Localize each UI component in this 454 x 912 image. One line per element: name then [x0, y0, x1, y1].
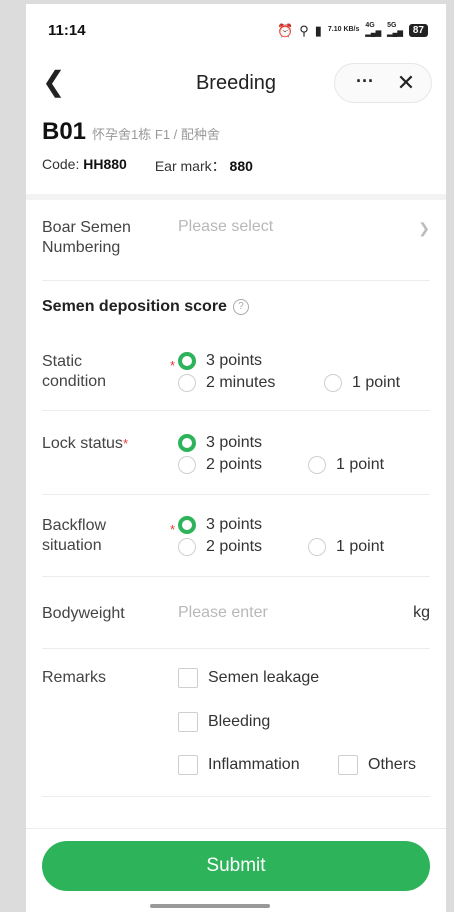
close-icon[interactable]: ✕: [391, 68, 421, 98]
others-checkbox[interactable]: Others: [338, 755, 416, 775]
lock-status-row: Lock status* 3 points 2 points 1 point: [42, 434, 430, 484]
more-dots-icon[interactable]: ···: [347, 68, 383, 98]
static-3-points-radio[interactable]: 3 points: [178, 352, 262, 370]
network-speed: 7.10 KB/s: [327, 26, 360, 33]
radio-checked-icon: [178, 352, 196, 370]
signal-5g: 5G ▂▄▆: [387, 22, 403, 37]
home-indicator[interactable]: [150, 904, 270, 908]
status-icons: ⏰ ⚲ ▮ 7.10 KB/s 4G ▂▄▆ 5G ▂▄▆ 87: [277, 22, 428, 38]
bleeding-checkbox[interactable]: Bleeding: [178, 712, 270, 732]
divider: [42, 648, 430, 649]
vibrate-icon: ▮: [314, 22, 322, 38]
checkbox-icon: [178, 668, 198, 688]
lock-status-label: Lock status*: [42, 435, 128, 452]
boar-semen-label: Boar Semen Numbering: [42, 219, 131, 256]
radio-unchecked-icon: [178, 538, 196, 556]
divider: [42, 280, 430, 281]
divider: [42, 410, 430, 411]
backflow-2-points-radio[interactable]: 2 points: [178, 538, 262, 556]
section-title: Semen deposition score ?: [42, 298, 249, 316]
pen-location: 怀孕舍1栋 F1 / 配种舍: [92, 127, 220, 142]
radio-checked-icon: [178, 434, 196, 452]
ear-mark-info: Ear mark： 880: [154, 158, 253, 174]
lock-2-points-radio[interactable]: 2 points: [178, 456, 262, 474]
radio-checked-icon: [178, 516, 196, 534]
checkbox-icon: [338, 755, 358, 775]
section-divider: [26, 194, 446, 200]
bodyweight-row: Bodyweight Please enter kg: [42, 604, 430, 630]
backflow-3-points-radio[interactable]: 3 points: [178, 516, 262, 534]
divider: [42, 796, 430, 797]
static-condition-row: Static condition * 3 points 2 minutes 1 …: [42, 352, 430, 402]
clock: 11:14: [48, 22, 86, 39]
miniprogram-capsule: ··· ✕: [334, 63, 432, 103]
code-info: Code: HH880: [42, 156, 127, 172]
location-icon: ⚲: [299, 22, 309, 38]
inflammation-checkbox[interactable]: Inflammation: [178, 755, 300, 775]
unit-label: kg: [413, 604, 430, 621]
bodyweight-label: Bodyweight: [42, 605, 125, 622]
boar-semen-select[interactable]: Please select: [178, 218, 273, 236]
animal-header: B01 怀孕舍1栋 F1 / 配种舍 Code: HH880 Ear mark：…: [42, 118, 432, 176]
signal-4g: 4G ▂▄▆: [365, 22, 382, 37]
remarks-label: Remarks: [42, 669, 107, 686]
lock-3-points-radio[interactable]: 3 points: [178, 434, 262, 452]
radio-unchecked-icon: [324, 374, 342, 392]
submit-button[interactable]: Submit: [42, 841, 430, 891]
required-mark: *: [170, 358, 176, 373]
backflow-row: Backflow situation * 3 points 2 points 1…: [42, 516, 430, 566]
bodyweight-input[interactable]: Please enter: [178, 604, 268, 622]
pig-id: B01: [42, 118, 87, 145]
backflow-1-point-radio[interactable]: 1 point: [308, 538, 384, 556]
phone-screen: 11:14 ⏰ ⚲ ▮ 7.10 KB/s 4G ▂▄▆ 5G ▂▄▆ 87 ❮ B…: [26, 4, 446, 912]
nav-bar: ❮ Breeding ··· ✕: [26, 56, 446, 112]
static-2-minutes-radio[interactable]: 2 minutes: [178, 374, 275, 392]
radio-unchecked-icon: [308, 538, 326, 556]
backflow-label: Backflow situation: [42, 517, 107, 554]
required-mark: *: [170, 522, 176, 537]
semen-leakage-checkbox[interactable]: Semen leakage: [178, 668, 319, 688]
checkbox-icon: [178, 712, 198, 732]
lock-1-point-radio[interactable]: 1 point: [308, 456, 384, 474]
footer-bar: Submit: [26, 828, 446, 912]
static-1-point-radio[interactable]: 1 point: [324, 374, 400, 392]
boar-semen-row[interactable]: Boar Semen Numbering Please select ❯: [42, 218, 430, 268]
chevron-right-icon: ❯: [418, 220, 430, 236]
divider: [42, 494, 430, 495]
battery-icon: 87: [408, 23, 428, 37]
static-condition-label: Static condition: [42, 353, 107, 390]
remarks-row: Remarks Semen leakage Bleeding Inflammat…: [42, 668, 430, 788]
status-bar: 11:14 ⏰ ⚲ ▮ 7.10 KB/s 4G ▂▄▆ 5G ▂▄▆ 87: [26, 4, 446, 56]
divider: [42, 576, 430, 577]
radio-unchecked-icon: [178, 456, 196, 474]
radio-unchecked-icon: [178, 374, 196, 392]
checkbox-icon: [178, 755, 198, 775]
help-icon[interactable]: ?: [232, 299, 249, 315]
radio-unchecked-icon: [308, 456, 326, 474]
alarm-icon: ⏰: [277, 22, 294, 38]
